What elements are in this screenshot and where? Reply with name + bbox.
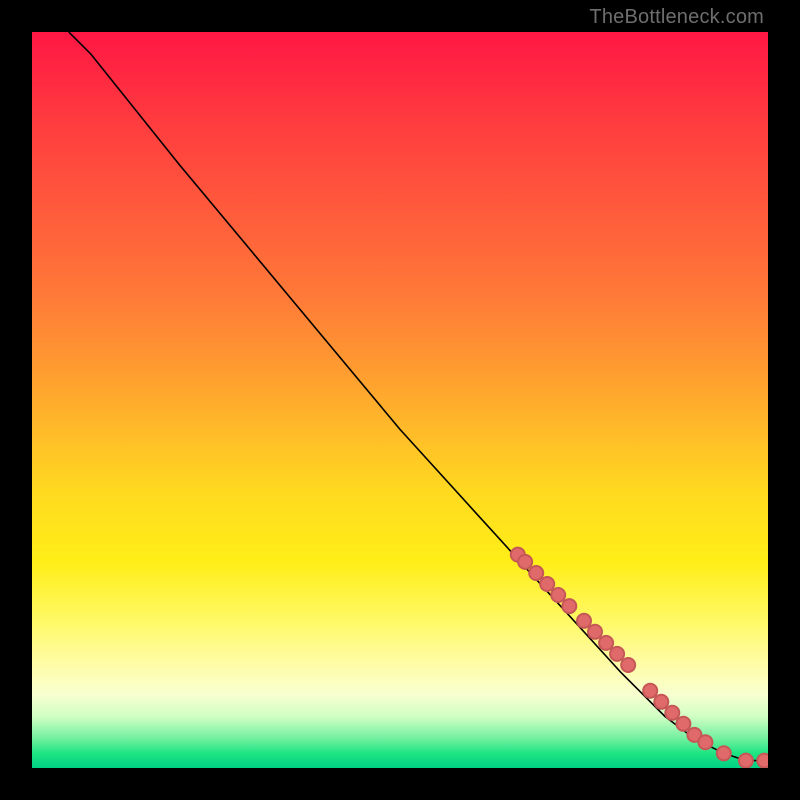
data-marker [739, 754, 753, 768]
plot-area [32, 32, 768, 768]
trend-curve [69, 32, 768, 761]
data-marker [551, 588, 565, 602]
data-marker [562, 599, 576, 613]
data-marker [540, 577, 554, 591]
data-marker [599, 636, 613, 650]
data-marker [757, 754, 768, 768]
data-marker [665, 706, 679, 720]
chart-frame: TheBottleneck.com [0, 0, 800, 800]
marker-group [511, 548, 768, 768]
data-marker [529, 566, 543, 580]
data-marker [621, 658, 635, 672]
data-marker [518, 555, 532, 569]
data-marker [610, 647, 624, 661]
chart-svg [32, 32, 768, 768]
data-marker [717, 746, 731, 760]
data-marker [698, 735, 712, 749]
data-marker [577, 614, 591, 628]
data-marker [588, 625, 602, 639]
data-marker [654, 695, 668, 709]
watermark-text: TheBottleneck.com [589, 6, 764, 29]
data-marker [643, 684, 657, 698]
data-marker [676, 717, 690, 731]
